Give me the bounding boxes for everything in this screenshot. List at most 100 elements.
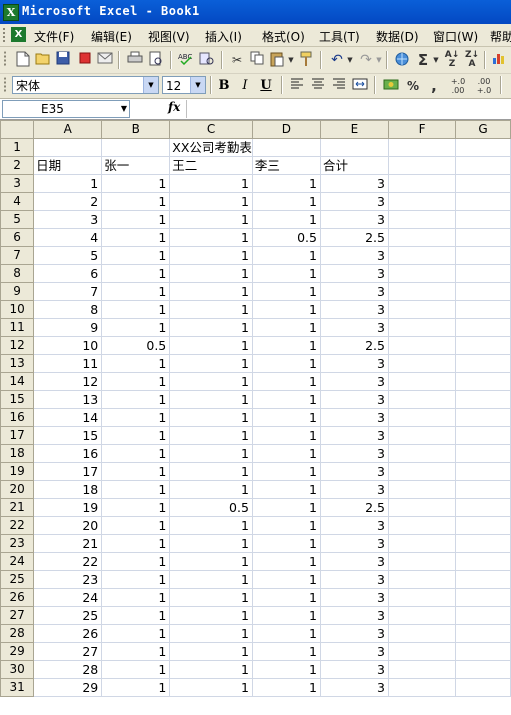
cell[interactable] — [387, 138, 457, 157]
data-cell[interactable]: 21 — [33, 534, 103, 553]
column-header[interactable]: C — [169, 120, 253, 139]
data-cell[interactable]: 1 — [251, 246, 321, 265]
menu-help[interactable]: 帮助 — [490, 28, 511, 45]
cell[interactable] — [455, 336, 511, 355]
menu-data[interactable]: 数据(D) — [376, 28, 419, 45]
data-cell[interactable]: 1 — [251, 570, 321, 589]
cell[interactable] — [387, 192, 457, 211]
workbook-icon[interactable]: X — [11, 27, 26, 42]
data-cell[interactable]: 3 — [319, 192, 390, 211]
data-cell[interactable]: 1 — [251, 192, 321, 211]
data-cell[interactable]: 3 — [319, 354, 390, 373]
formula-input[interactable] — [186, 100, 511, 118]
data-cell[interactable]: 2.5 — [319, 336, 390, 355]
data-cell[interactable]: 3 — [319, 408, 390, 427]
data-cell[interactable]: 1 — [251, 174, 321, 193]
data-cell[interactable]: 1 — [169, 246, 253, 265]
data-cell[interactable]: 3 — [319, 300, 390, 319]
data-cell[interactable]: 2.5 — [319, 228, 390, 247]
data-cell[interactable]: 1 — [101, 606, 171, 625]
data-cell[interactable]: 1 — [251, 408, 321, 427]
row-header[interactable]: 15 — [0, 390, 35, 409]
data-cell[interactable]: 0.5 — [251, 228, 321, 247]
chevron-down-icon[interactable]: ▼ — [143, 77, 158, 93]
menu-insert[interactable]: 插入(I) — [205, 28, 242, 45]
chevron-down-icon[interactable]: ▼ — [190, 77, 205, 93]
cell[interactable] — [319, 138, 390, 157]
data-cell[interactable]: 1 — [169, 354, 253, 373]
data-cell[interactable]: 12 — [33, 372, 103, 391]
row-header[interactable]: 9 — [0, 282, 35, 301]
data-cell[interactable]: 1 — [101, 318, 171, 337]
data-cell[interactable]: 1 — [251, 444, 321, 463]
data-cell[interactable]: 1 — [251, 552, 321, 571]
cell[interactable] — [455, 210, 511, 229]
data-cell[interactable]: 1 — [169, 426, 253, 445]
data-cell[interactable]: 1 — [169, 588, 253, 607]
data-cell[interactable]: 1 — [169, 318, 253, 337]
data-cell[interactable]: 1 — [101, 210, 171, 229]
data-cell[interactable]: 1 — [169, 174, 253, 193]
data-cell[interactable]: 3 — [319, 642, 390, 661]
column-header[interactable]: B — [101, 120, 171, 139]
comma-style-button[interactable]: , — [425, 77, 443, 95]
data-cell[interactable]: 25 — [33, 606, 103, 625]
data-cell[interactable]: 1 — [101, 642, 171, 661]
cell[interactable] — [455, 444, 511, 463]
cell[interactable] — [455, 678, 511, 697]
currency-icon[interactable] — [382, 77, 400, 95]
data-cell[interactable]: 1 — [251, 264, 321, 283]
new-icon[interactable] — [14, 51, 32, 69]
cell[interactable] — [455, 138, 511, 157]
data-cell[interactable]: 1 — [101, 588, 171, 607]
data-cell[interactable]: 1 — [251, 480, 321, 499]
open-icon[interactable] — [34, 51, 52, 69]
cell[interactable] — [387, 372, 457, 391]
data-cell[interactable]: 1 — [251, 606, 321, 625]
row-header[interactable]: 16 — [0, 408, 35, 427]
data-cell[interactable]: 1 — [101, 372, 171, 391]
data-cell[interactable]: 3 — [319, 534, 390, 553]
data-cell[interactable]: 1 — [251, 318, 321, 337]
data-cell[interactable]: 1 — [169, 534, 253, 553]
cell[interactable] — [387, 462, 457, 481]
row-header[interactable]: 8 — [0, 264, 35, 283]
data-cell[interactable]: 3 — [319, 480, 390, 499]
data-cell[interactable]: 3 — [319, 282, 390, 301]
column-header[interactable]: A — [33, 120, 103, 139]
data-cell[interactable]: 1 — [169, 606, 253, 625]
excel-app-icon[interactable]: X — [3, 4, 19, 21]
row-header[interactable]: 4 — [0, 192, 35, 211]
cell[interactable] — [387, 336, 457, 355]
header-cell-date[interactable]: 日期 — [33, 156, 103, 175]
cell[interactable] — [455, 570, 511, 589]
data-cell[interactable]: 1 — [101, 516, 171, 535]
data-cell[interactable]: 1 — [169, 282, 253, 301]
cell[interactable] — [101, 138, 171, 157]
cell[interactable] — [455, 264, 511, 283]
data-cell[interactable]: 1 — [169, 336, 253, 355]
data-cell[interactable]: 7 — [33, 282, 103, 301]
data-cell[interactable]: 3 — [319, 444, 390, 463]
cell[interactable] — [455, 642, 511, 661]
cut-icon[interactable]: ✂ — [228, 51, 246, 69]
data-cell[interactable]: 1 — [101, 192, 171, 211]
data-cell[interactable]: 1 — [169, 480, 253, 499]
data-cell[interactable]: 1 — [251, 462, 321, 481]
chart-wizard-icon[interactable] — [490, 51, 508, 69]
header-cell-wanger[interactable]: 王二 — [169, 156, 253, 175]
cell[interactable] — [455, 606, 511, 625]
autosum-icon[interactable]: Σ — [414, 51, 432, 69]
data-cell[interactable]: 1 — [101, 678, 171, 697]
cell[interactable] — [455, 354, 511, 373]
data-cell[interactable]: 1 — [169, 624, 253, 643]
cell[interactable] — [387, 552, 457, 571]
data-cell[interactable]: 1 — [251, 426, 321, 445]
cell[interactable] — [455, 372, 511, 391]
cell[interactable] — [387, 264, 457, 283]
column-header[interactable]: E — [319, 120, 390, 139]
data-cell[interactable]: 3 — [319, 606, 390, 625]
data-cell[interactable]: 1 — [251, 300, 321, 319]
paste-dropdown-icon[interactable]: ▼ — [287, 51, 295, 69]
row-header[interactable]: 21 — [0, 498, 35, 517]
